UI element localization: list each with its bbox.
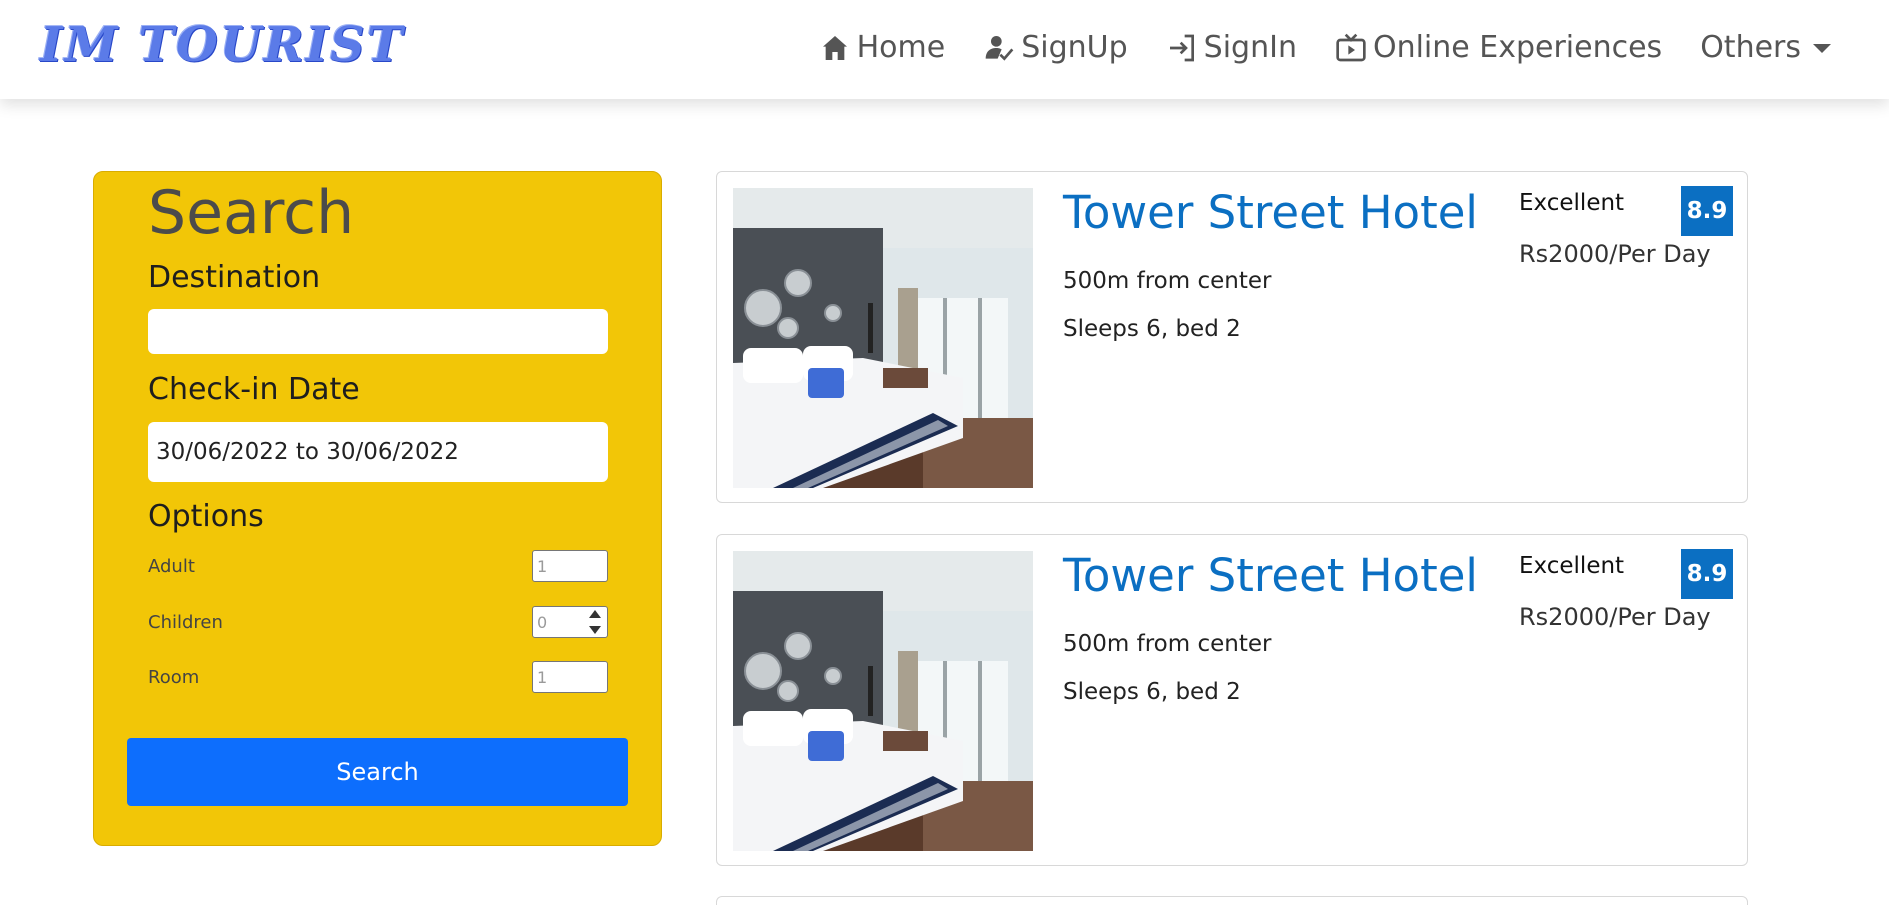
hotel-rating-badge: 8.9 [1681,549,1733,599]
home-icon [822,35,847,60]
children-value: 0 [537,612,548,632]
room-label: Room [148,666,200,688]
navbar: IM TOURIST Home SignUp SignIn Online Exp… [0,0,1889,99]
nav-signin-label: SignIn [1203,30,1297,65]
search-button[interactable]: Search [127,738,628,806]
caret-down-icon [1813,44,1831,53]
option-row-children: Children 0 [148,606,608,638]
hotel-name[interactable]: Tower Street Hotel [1063,186,1478,239]
room-input[interactable]: 1 [532,661,608,693]
hotel-rating-text: Excellent [1519,553,1625,579]
search-panel: Search Destination Check-in Date 30/06/2… [93,171,662,846]
children-input[interactable]: 0 [532,606,608,638]
user-check-icon [985,35,1014,61]
adult-label: Adult [148,555,195,577]
spin-up-icon[interactable] [589,610,601,618]
spin-down-icon[interactable] [589,626,601,634]
hotel-price: Rs2000/Per Day [1519,603,1711,631]
hotel-rating-text: Excellent [1519,190,1625,216]
room-value: 1 [537,667,548,687]
nav-signup[interactable]: SignUp [983,30,1128,65]
main-nav: Home SignUp SignIn Online Experiences Ot… [819,30,1831,65]
brand-logo[interactable]: IM TOURIST [40,17,405,73]
hotel-card[interactable]: Tower Street Hotel 500m from center Slee… [716,171,1748,503]
search-panel-title: Search [148,178,355,248]
hotel-price: Rs2000/Per Day [1519,240,1711,268]
adult-input[interactable]: 1 [532,550,608,582]
hotel-rating-badge: 8.9 [1681,186,1733,236]
adult-value: 1 [537,556,548,576]
nav-online-experiences[interactable]: Online Experiences [1335,30,1662,65]
destination-input[interactable] [148,309,608,354]
nav-home[interactable]: Home [819,30,946,65]
hotel-room-image[interactable] [733,188,1033,488]
hotel-card[interactable]: Tower Street Hotel 500m from center Slee… [716,534,1748,866]
hotel-sleeps: Sleeps 6, bed 2 [1063,316,1241,342]
checkin-label: Check-in Date [148,372,360,407]
options-label: Options [148,499,264,534]
hotel-room-image[interactable] [733,551,1033,851]
hotel-distance: 500m from center [1063,268,1272,294]
tv-play-icon [1336,33,1366,61]
hotel-sleeps: Sleeps 6, bed 2 [1063,679,1241,705]
hotel-card-partial[interactable] [716,896,1748,905]
destination-label: Destination [148,260,321,295]
nav-home-label: Home [856,30,946,65]
nav-others-dropdown[interactable]: Others [1700,30,1831,65]
checkin-date-input[interactable]: 30/06/2022 to 30/06/2022 [148,422,608,482]
nav-others-label: Others [1700,30,1801,65]
checkin-date-value: 30/06/2022 to 30/06/2022 [156,439,459,465]
children-label: Children [148,611,223,633]
option-row-adult: Adult 1 [148,550,608,582]
nav-online-experiences-label: Online Experiences [1372,30,1663,65]
hotel-name[interactable]: Tower Street Hotel [1063,549,1478,602]
sign-in-icon [1169,34,1194,61]
logo-text: IM TOURIST [40,17,405,73]
hotel-distance: 500m from center [1063,631,1272,657]
option-row-room: Room 1 [148,661,608,693]
number-spinner[interactable] [587,610,603,634]
nav-signup-label: SignUp [1021,30,1128,65]
nav-signin[interactable]: SignIn [1166,30,1297,65]
